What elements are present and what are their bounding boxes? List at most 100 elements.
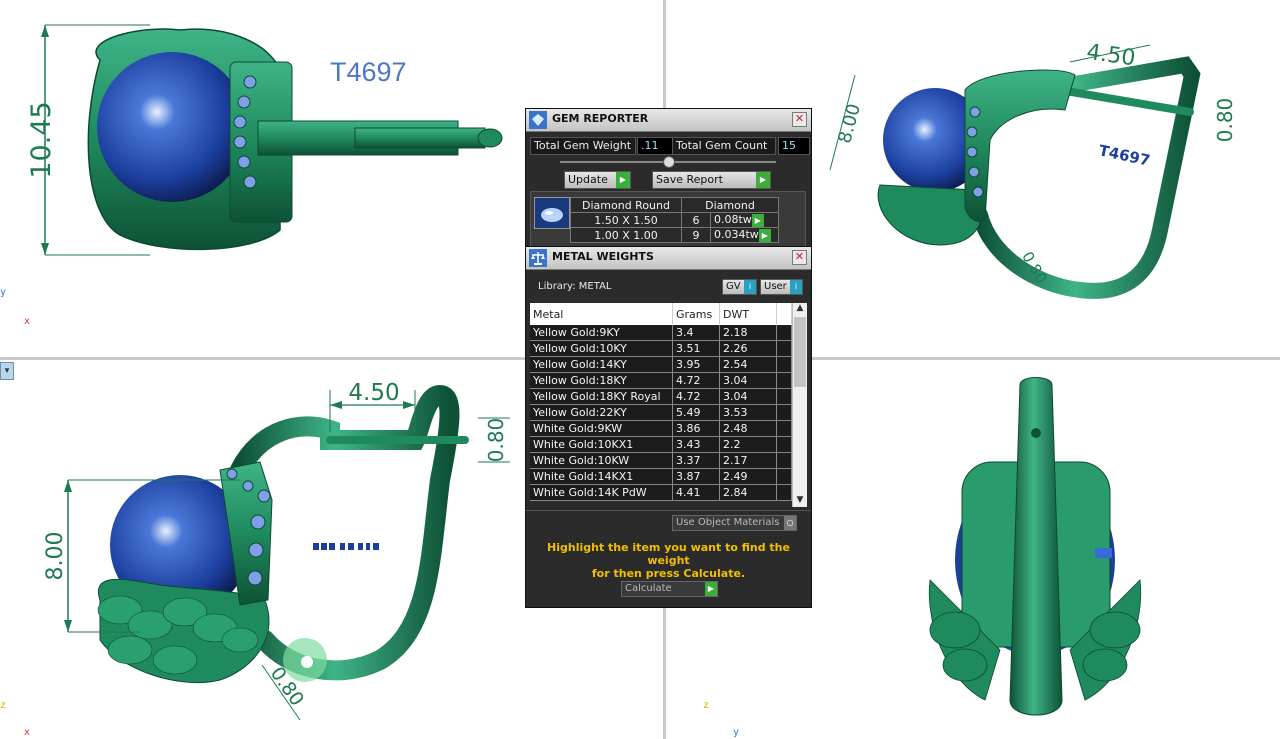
metal-dwt: 3.53 <box>719 404 777 421</box>
gem-table-header: Diamond Round Diamond <box>570 197 779 213</box>
metal-row[interactable]: Yellow Gold:18KY 4.72 3.04 <box>530 372 792 389</box>
metal-row[interactable]: Yellow Gold:14KY 3.95 2.54 <box>530 356 792 373</box>
metal-spacer <box>776 325 792 341</box>
metal-grams: 3.4 <box>672 325 720 341</box>
calculate-label: Calculate <box>625 583 672 594</box>
col-spacer <box>776 303 792 325</box>
header-type: Diamond <box>681 197 779 213</box>
metal-row[interactable]: Yellow Gold:18KY Royal 4.72 3.04 <box>530 388 792 405</box>
metal-grams: 3.43 <box>672 436 720 453</box>
viewport-menu-button[interactable]: ▾ <box>0 362 14 380</box>
total-gem-count-label: Total Gem Count <box>672 137 776 155</box>
metal-spacer <box>776 436 792 453</box>
dimension-label: 8.00 <box>43 532 68 581</box>
gem-reporter-titlebar[interactable]: GEM REPORTER ✕ <box>526 109 811 132</box>
gem-slider[interactable] <box>560 156 776 168</box>
metal-dwt: 2.84 <box>719 484 777 501</box>
metal-metal: Yellow Gold:22KY <box>530 404 673 421</box>
metal-metal: White Gold:10KW <box>530 452 673 469</box>
metal-grams: 5.49 <box>672 404 720 421</box>
metal-table-body: Yellow Gold:9KY 3.4 2.18 Yellow Gold:10KY 3.… <box>530 325 792 501</box>
metal-row[interactable]: White Gold:9KW 3.86 2.48 <box>530 420 792 437</box>
metal-row[interactable]: Yellow Gold:9KY 3.4 2.18 <box>530 325 792 341</box>
gem-table-row[interactable]: 1.50 X 1.50 6 0.08tw ▶ <box>570 212 779 228</box>
save-report-button[interactable]: Save Report ▶ <box>652 171 771 189</box>
metal-row[interactable]: White Gold:10KW 3.37 2.17 <box>530 452 792 469</box>
metal-dwt: 3.04 <box>719 372 777 389</box>
bottom-left-view: 8.00 4.50 0.80 0.80 <box>43 380 510 721</box>
metal-row[interactable]: White Gold:10KX1 3.43 2.2 <box>530 436 792 453</box>
dimension-label: 4.50 <box>1085 40 1137 72</box>
metal-metal: Yellow Gold:18KY Royal <box>530 388 673 405</box>
dimension-label: 0.80 <box>1213 98 1237 143</box>
gem-reporter-icon <box>529 111 547 129</box>
top-left-view: 10.45 <box>26 24 503 256</box>
gem-weight-cell: 0.034tw ▶ <box>710 227 779 243</box>
play-icon: ▶ <box>756 172 770 188</box>
gem-size: 1.00 X 1.00 <box>570 227 682 243</box>
update-button[interactable]: Update ▶ <box>564 171 631 189</box>
metal-divider <box>526 510 811 511</box>
gem-reporter-panel: GEM REPORTER ✕ Total Gem Weight .11 Tota… <box>525 108 812 250</box>
close-icon[interactable]: ✕ <box>792 112 807 127</box>
metal-metal: Yellow Gold:18KY <box>530 372 673 389</box>
metal-dwt: 3.04 <box>719 388 777 405</box>
col-dwt[interactable]: DWT <box>719 303 777 325</box>
gem-size: 1.50 X 1.50 <box>570 212 682 228</box>
play-icon: ▶ <box>705 582 717 596</box>
gem-count: 9 <box>681 227 711 243</box>
metal-grams: 4.72 <box>672 372 720 389</box>
y-axis-label: y <box>0 287 7 298</box>
dimension-label: 4.50 <box>348 380 399 406</box>
gem-table: Diamond Round Diamond 1.50 X 1.50 6 0.08… <box>570 197 779 243</box>
metal-spacer <box>776 404 792 421</box>
play-icon[interactable]: ▶ <box>751 213 764 227</box>
metal-dwt: 2.2 <box>719 436 777 453</box>
play-icon[interactable]: ▶ <box>758 228 771 242</box>
metal-dwt: 2.49 <box>719 468 777 485</box>
metal-dwt: 2.48 <box>719 420 777 437</box>
use-object-materials-label: Use Object Materials <box>676 517 780 528</box>
metal-scrollbar[interactable]: ▲ ▼ <box>792 303 807 507</box>
dimension-label: 8.00 <box>834 102 865 146</box>
col-metal[interactable]: Metal <box>530 303 673 325</box>
metal-dwt: 2.18 <box>719 325 777 341</box>
scroll-down-icon[interactable]: ▼ <box>793 495 807 507</box>
dimension-label: 0.80 <box>484 418 508 463</box>
gem-weight-cell: 0.08tw ▶ <box>710 212 779 228</box>
scroll-up-icon[interactable]: ▲ <box>793 303 807 315</box>
bottom-right-view <box>928 377 1142 716</box>
col-grams[interactable]: Grams <box>672 303 720 325</box>
metal-spacer <box>776 420 792 437</box>
metal-spacer <box>776 372 792 389</box>
metal-metal: Yellow Gold:9KY <box>530 325 673 341</box>
metal-metal: White Gold:14KX1 <box>530 468 673 485</box>
dimension-label: 10.45 <box>26 101 57 178</box>
metal-table-clip: Metal Grams DWT Yellow Gold:9KY 3.4 2.18 Ye… <box>526 247 811 509</box>
metal-grams: 3.37 <box>672 452 720 469</box>
slider-handle[interactable] <box>663 156 675 168</box>
calculate-button[interactable]: Calculate ▶ <box>621 581 718 597</box>
gem-table-row[interactable]: 1.00 X 1.00 9 0.034tw ▶ <box>570 227 779 243</box>
metal-grams: 3.87 <box>672 468 720 485</box>
use-object-materials-button[interactable]: Use Object Materials ○ <box>672 515 797 531</box>
metal-grams: 3.95 <box>672 356 720 373</box>
metal-grams: 4.41 <box>672 484 720 501</box>
metal-weights-panel: METAL WEIGHTS ✕ Library: METAL GV i User i… <box>525 246 812 608</box>
metal-row[interactable]: White Gold:14K PdW 4.41 2.84 <box>530 484 792 501</box>
metal-metal: Yellow Gold:10KY <box>530 340 673 357</box>
total-gem-weight-value: .11 <box>637 137 673 155</box>
scroll-thumb[interactable] <box>794 317 806 387</box>
metal-row[interactable]: White Gold:14KX1 3.87 2.49 <box>530 468 792 485</box>
metal-metal: White Gold:9KW <box>530 420 673 437</box>
save-report-button-label: Save Report <box>656 173 723 186</box>
metal-row[interactable]: Yellow Gold:22KY 5.49 3.53 <box>530 404 792 421</box>
gem-count: 6 <box>681 212 711 228</box>
diamond-thumbnail <box>534 197 570 229</box>
metal-row[interactable]: Yellow Gold:10KY 3.51 2.26 <box>530 340 792 357</box>
toggle-icon: ○ <box>784 516 796 530</box>
metal-table: Metal Grams DWT Yellow Gold:9KY 3.4 2.18 Ye… <box>530 303 792 501</box>
gem-weight: 0.034tw <box>714 228 759 242</box>
metal-spacer <box>776 484 792 501</box>
update-button-label: Update <box>568 173 608 186</box>
